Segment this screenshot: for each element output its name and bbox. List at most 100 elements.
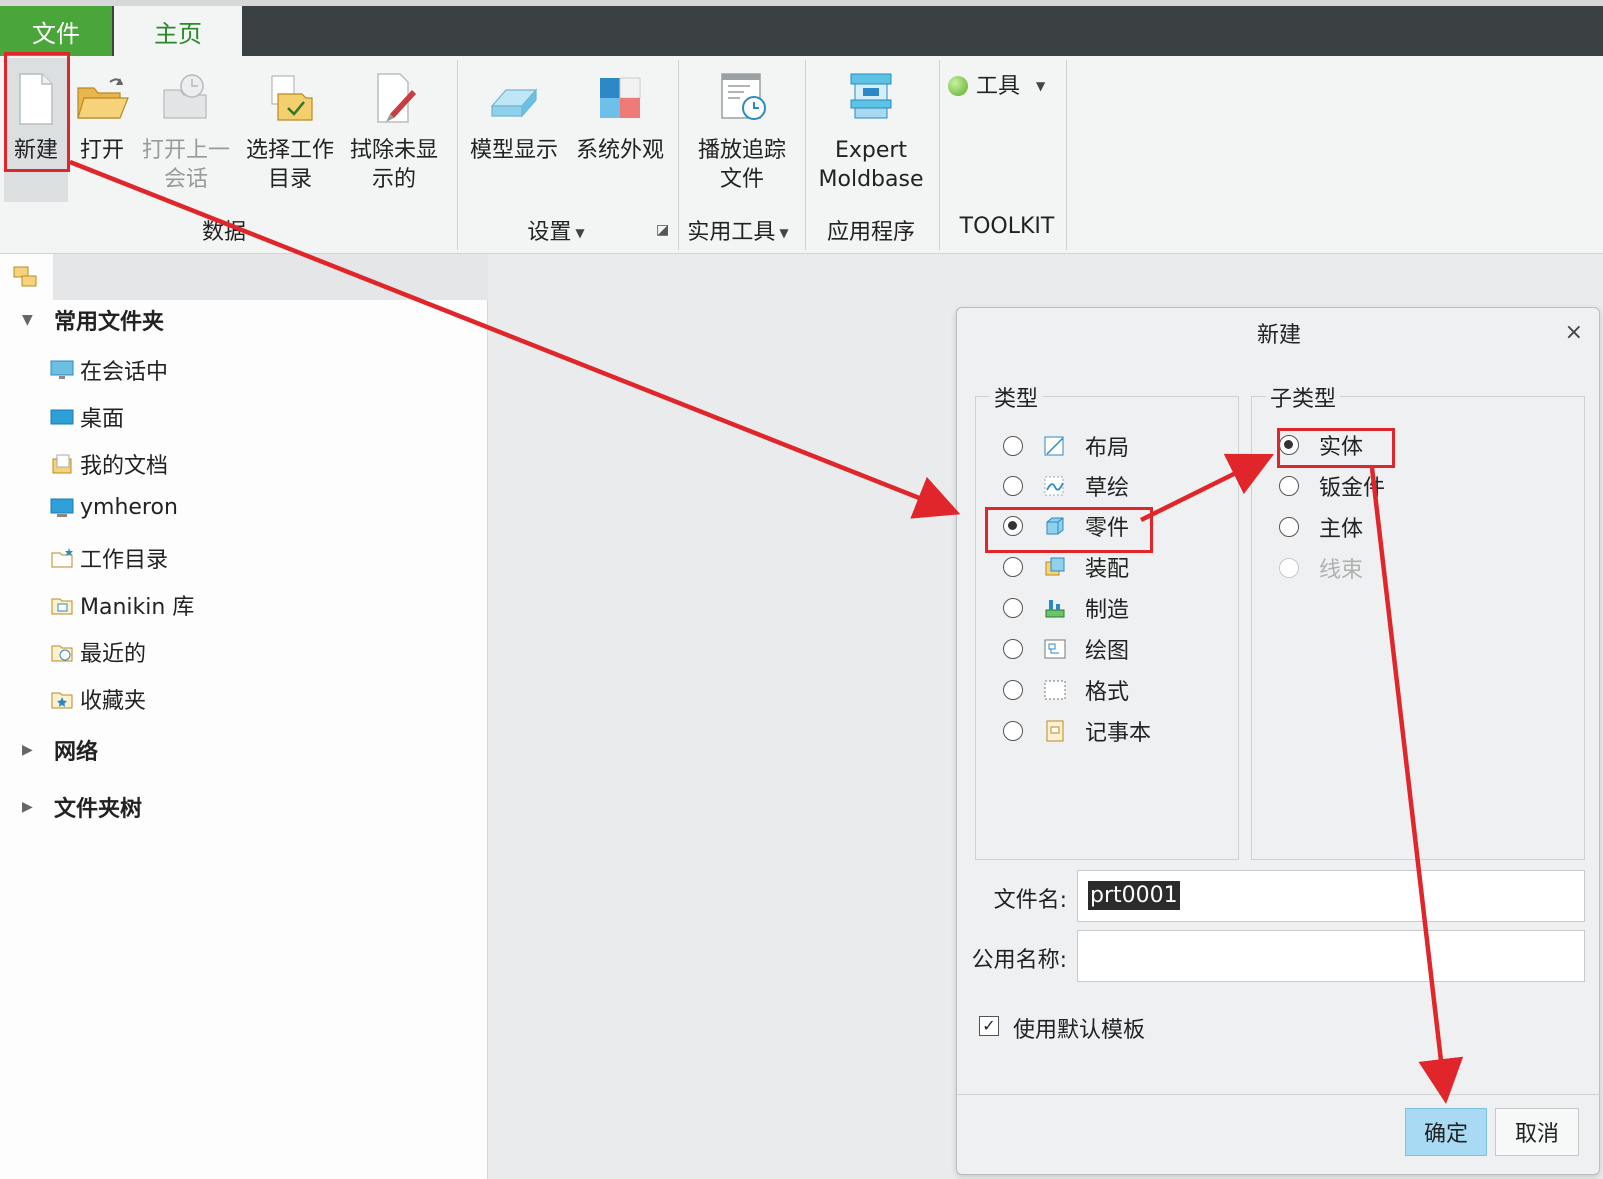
folder-browser-icon[interactable] (12, 264, 40, 290)
radio-button[interactable] (1003, 639, 1023, 659)
select-working-directory-button[interactable]: 选择工作 目录 (242, 60, 338, 202)
expert-moldbase-button[interactable]: Expert Moldbase (812, 60, 930, 202)
radio-button[interactable] (1003, 680, 1023, 700)
ok-button[interactable]: 确定 (1405, 1108, 1487, 1156)
type-option-format[interactable]: 格式 (1003, 674, 1129, 706)
subtype-label: 钣金件 (1319, 476, 1386, 501)
nav-item-label: 收藏夹 (80, 689, 147, 714)
radio-button[interactable] (1003, 476, 1023, 496)
dialog-launcher-icon[interactable]: ◪ (656, 222, 669, 238)
nav-item-working-directory[interactable]: 工作目录 (50, 542, 168, 574)
section-common-folders-label: 常用文件夹 (54, 310, 165, 335)
system-appearance-label: 系统外观 (575, 138, 664, 163)
system-appearance-button[interactable]: 系统外观 (572, 60, 668, 202)
radio-button-disabled (1279, 558, 1299, 578)
section-folder-tree-label: 文件夹树 (54, 797, 143, 822)
type-label: 制造 (1085, 598, 1130, 623)
subtype-label: 线束 (1319, 558, 1364, 583)
play-trail-file-button[interactable]: 播放追踪 文件 (692, 60, 792, 202)
nav-item-label: 工作目录 (80, 548, 169, 573)
open-last-session-label: 打开上一 会话 (141, 138, 230, 192)
erase-not-displayed-label: 拭除未显 示的 (349, 138, 438, 192)
tab-home[interactable]: 主页 (114, 6, 242, 56)
subtype-option-body[interactable]: 主体 (1279, 511, 1363, 543)
use-default-template-checkbox[interactable]: ✓ (979, 1016, 999, 1036)
computer-icon (50, 498, 74, 517)
group-label-settings[interactable]: 设置 ▼ (466, 214, 646, 246)
section-common-folders[interactable]: ▼ 常用文件夹 (22, 304, 164, 336)
close-icon[interactable]: × (1565, 320, 1583, 345)
type-option-sketch[interactable]: 草绘 (1003, 470, 1129, 502)
nav-item-manikin-library[interactable]: Manikin 库 (50, 589, 194, 621)
play-trail-icon (721, 73, 766, 120)
ribbon-separator (805, 60, 806, 250)
monitor-icon (50, 360, 74, 379)
group-label-utilities[interactable]: 实用工具 ▼ (682, 214, 794, 246)
select-working-directory-label: 选择工作 目录 (245, 138, 334, 192)
open-button-label: 打开 (79, 138, 124, 163)
chevron-down-icon: ▼ (1036, 78, 1046, 93)
chevron-down-icon: ▼ (575, 226, 585, 240)
open-button[interactable]: 打开 (70, 60, 134, 202)
radio-button[interactable] (1003, 436, 1023, 456)
type-option-manufacturing[interactable]: 制造 (1003, 592, 1129, 624)
nav-item-in-session[interactable]: 在会话中 (50, 354, 168, 386)
model-display-button[interactable]: 模型显示 (466, 60, 562, 202)
expanded-triangle-icon: ▼ (22, 312, 33, 328)
type-label: 装配 (1085, 557, 1130, 582)
subtype-option-sheetmetal[interactable]: 钣金件 (1279, 470, 1385, 502)
navigator-header (0, 254, 488, 300)
radio-button[interactable] (1279, 476, 1299, 496)
nav-item-favorites[interactable]: 收藏夹 (50, 683, 146, 715)
type-option-layout[interactable]: 布局 (1003, 430, 1129, 462)
nav-item-label: Manikin 库 (80, 595, 195, 620)
ribbon: 新建 打开 打开上一 会话 选择工作 目录 拭除未显 示的 数据 模型显示 系统… (0, 56, 1603, 254)
type-option-drawing[interactable]: 绘图 (1003, 633, 1129, 665)
subtype-legend: 子类型 (1266, 381, 1341, 413)
ribbon-separator (939, 60, 940, 250)
expert-moldbase-label: Expert Moldbase (818, 138, 924, 192)
radio-button[interactable] (1003, 598, 1023, 618)
nav-item-ymheron[interactable]: ymheron (50, 495, 178, 520)
type-option-assembly[interactable]: 装配 (1003, 551, 1129, 583)
radio-button[interactable] (1003, 721, 1023, 741)
section-network-label: 网络 (54, 740, 99, 765)
type-label: 格式 (1085, 680, 1130, 705)
desktop-icon (50, 409, 74, 425)
annotation-box-solid (1277, 428, 1395, 468)
nav-item-desktop[interactable]: 桌面 (50, 401, 124, 433)
sketch-icon (1044, 476, 1064, 496)
file-name-input[interactable]: prt0001 (1077, 870, 1585, 922)
library-folder-icon (51, 598, 73, 615)
radio-button[interactable] (1279, 517, 1299, 537)
section-folder-tree[interactable]: ▶ 文件夹树 (22, 791, 142, 823)
common-name-input[interactable] (1077, 930, 1585, 982)
nav-item-label: ymheron (80, 495, 178, 520)
model-display-icon (490, 88, 538, 118)
nav-item-my-documents[interactable]: 我的文档 (50, 448, 168, 480)
open-folder-icon (77, 78, 129, 119)
common-name-label: 公用名称: (971, 948, 1067, 973)
group-label-toolkit: TOOLKIT (959, 214, 1055, 239)
type-option-notebook[interactable]: 记事本 (1003, 715, 1151, 747)
section-network[interactable]: ▶ 网络 (22, 734, 98, 766)
documents-icon (52, 454, 72, 474)
tools-dropdown[interactable]: 工具 ▼ (948, 68, 1066, 104)
recent-folder-icon (51, 645, 73, 662)
erase-not-displayed-button[interactable]: 拭除未显 示的 (346, 60, 442, 202)
nav-item-recent[interactable]: 最近的 (50, 636, 146, 668)
ribbon-separator (1066, 60, 1067, 250)
group-label-utilities-text: 实用工具 (687, 220, 776, 245)
model-display-label: 模型显示 (469, 138, 558, 163)
open-last-session-button[interactable]: 打开上一 会话 (138, 60, 234, 202)
moldbase-icon (850, 73, 892, 119)
tab-file[interactable]: 文件 (0, 6, 112, 56)
group-label-settings-text: 设置 (527, 220, 572, 245)
ribbon-separator (457, 60, 458, 250)
chevron-down-icon: ▼ (779, 226, 789, 240)
tools-label: 工具 (976, 73, 1021, 99)
ribbon-separator (678, 60, 679, 250)
nav-item-label: 最近的 (80, 642, 147, 667)
radio-button[interactable] (1003, 557, 1023, 577)
cancel-button[interactable]: 取消 (1495, 1108, 1579, 1156)
